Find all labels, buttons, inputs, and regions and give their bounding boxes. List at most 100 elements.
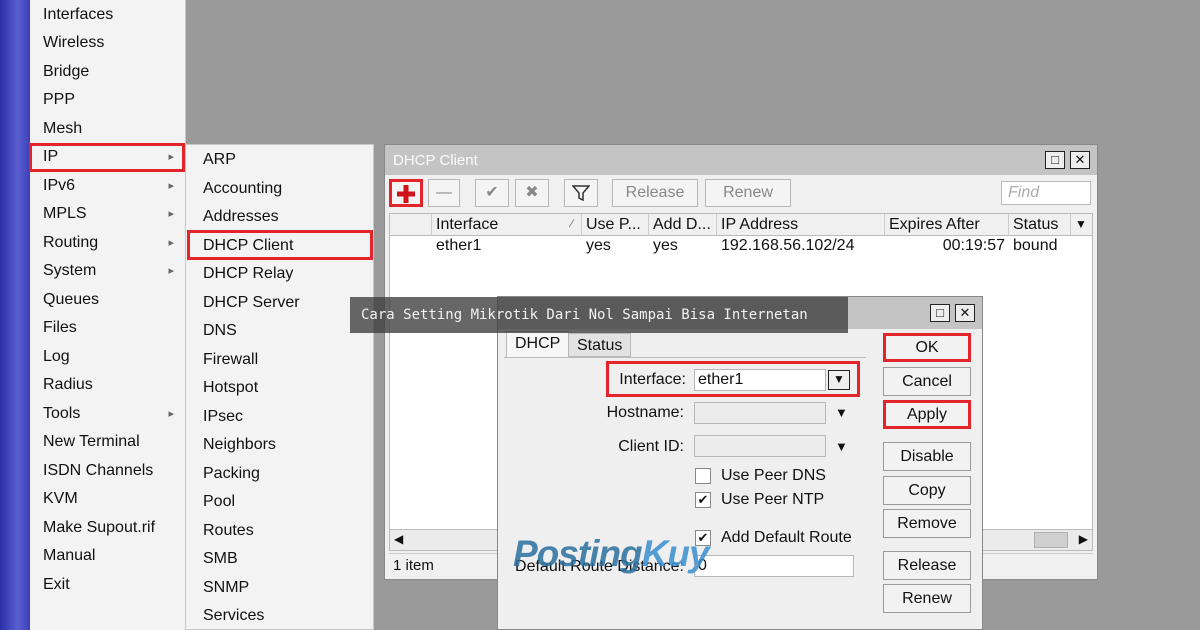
submenu-item-label: Pool (203, 493, 236, 510)
menu-item-tools[interactable]: Tools ▸ (30, 400, 186, 428)
submenu-item-ipsec[interactable]: IPsec (186, 403, 372, 431)
submenu-item-addresses[interactable]: Addresses (186, 203, 372, 231)
menu-item-make-supout[interactable]: Make Supout.rif (30, 514, 186, 542)
release-button[interactable]: Release (883, 551, 971, 580)
interface-label: Interface: (619, 371, 686, 388)
submenu-item-label: Packing (203, 465, 260, 482)
menu-item-label: New Terminal (43, 433, 140, 450)
submenu-item-snmp[interactable]: SNMP (186, 574, 372, 602)
client-id-field[interactable] (694, 435, 826, 457)
use-peer-dns-checkbox[interactable] (695, 468, 711, 484)
filter-button[interactable] (564, 179, 598, 207)
apply-button[interactable]: Apply (883, 400, 971, 429)
submenu-item-accounting[interactable]: Accounting (186, 175, 372, 203)
dialog-close-button[interactable]: ✕ (955, 304, 975, 322)
maximize-icon: □ (1051, 152, 1059, 167)
column-header-status[interactable]: Status (1009, 214, 1071, 236)
client-id-dropdown-icon[interactable]: ▼ (835, 439, 848, 454)
menu-item-files[interactable]: Files (30, 314, 186, 342)
cell-expires-after: 00:19:57 (942, 237, 1005, 254)
use-peer-ntp-checkbox[interactable]: ✔ (695, 492, 711, 508)
ok-button[interactable]: OK (883, 333, 971, 362)
remove-button[interactable]: Remove (883, 509, 971, 538)
submenu-item-label: DHCP Client (203, 237, 294, 254)
ip-submenu: ARP Accounting Addresses DHCP Client DHC… (186, 144, 374, 630)
menu-item-bridge[interactable]: Bridge (30, 58, 186, 86)
submenu-arrow-icon: ▸ (168, 408, 174, 420)
column-header-use-peer-dns[interactable]: Use P... (582, 214, 649, 236)
hostname-dropdown-icon[interactable]: ▼ (835, 405, 848, 420)
menu-item-mesh[interactable]: Mesh (30, 115, 186, 143)
menu-item-isdn-channels[interactable]: ISDN Channels (30, 457, 186, 485)
renew-toolbar-button[interactable]: Renew (705, 179, 791, 207)
main-menu: Interfaces Wireless Bridge PPP Mesh IP ▸ … (30, 0, 186, 630)
maximize-button[interactable]: □ (1045, 151, 1065, 169)
enable-button[interactable]: ✔ (475, 179, 509, 207)
item-count: 1 item (393, 557, 434, 574)
submenu-item-dhcp-relay[interactable]: DHCP Relay (186, 260, 372, 288)
submenu-item-dhcp-server[interactable]: DHCP Server (186, 289, 372, 317)
menu-item-routing[interactable]: Routing ▸ (30, 229, 186, 257)
interface-dropdown-button[interactable]: ▼ (828, 370, 850, 390)
menu-item-log[interactable]: Log (30, 343, 186, 371)
column-header-add-default-route[interactable]: Add D... (649, 214, 717, 236)
copy-button[interactable]: Copy (883, 476, 971, 505)
menu-item-label: KVM (43, 490, 78, 507)
submenu-item-pool[interactable]: Pool (186, 488, 372, 516)
menu-item-interfaces[interactable]: Interfaces (30, 1, 186, 29)
disable-button[interactable]: Disable (883, 442, 971, 471)
menu-item-label: IP (43, 148, 59, 165)
tab-dhcp[interactable]: DHCP (506, 331, 570, 357)
submenu-item-dhcp-client[interactable]: DHCP Client (186, 232, 372, 260)
menu-item-label: Radius (43, 376, 93, 393)
submenu-item-routes[interactable]: Routes (186, 517, 372, 545)
menu-item-wireless[interactable]: Wireless (30, 29, 186, 57)
dropdown-arrow-icon: ▼ (833, 372, 845, 386)
menu-item-kvm[interactable]: KVM (30, 485, 186, 513)
menu-item-ipv6[interactable]: IPv6 ▸ (30, 172, 186, 200)
filter-icon (571, 185, 591, 202)
submenu-item-label: DNS (203, 322, 237, 339)
submenu-item-dns[interactable]: DNS (186, 317, 372, 345)
add-button[interactable] (389, 179, 423, 207)
column-header-expires-after[interactable]: Expires After (885, 214, 1009, 236)
menu-item-mpls[interactable]: MPLS ▸ (30, 200, 186, 228)
menu-side-strip (0, 0, 30, 630)
submenu-item-firewall[interactable]: Firewall (186, 346, 372, 374)
menu-item-label: Manual (43, 547, 96, 564)
interface-select[interactable]: ether1 (694, 369, 826, 391)
menu-item-ppp[interactable]: PPP (30, 86, 186, 114)
hostname-field[interactable] (694, 402, 826, 424)
window-titlebar[interactable]: DHCP Client □ ✕ (385, 145, 1097, 175)
disable-item-button[interactable]: ✖ (515, 179, 549, 207)
column-menu-button[interactable]: ▼ (1071, 214, 1092, 236)
submenu-item-smb[interactable]: SMB (186, 545, 372, 573)
find-input[interactable]: Find (1001, 181, 1091, 205)
remove-item-button[interactable]: — (428, 179, 460, 207)
submenu-item-packing[interactable]: Packing (186, 460, 372, 488)
menu-item-new-terminal[interactable]: New Terminal (30, 428, 186, 456)
default-route-distance-field[interactable]: 0 (694, 555, 854, 577)
cancel-button[interactable]: Cancel (883, 367, 971, 396)
tab-status[interactable]: Status (568, 333, 632, 357)
close-button[interactable]: ✕ (1070, 151, 1090, 169)
renew-button[interactable]: Renew (883, 584, 971, 613)
release-toolbar-button[interactable]: Release (612, 179, 698, 207)
menu-item-system[interactable]: System ▸ (30, 257, 186, 285)
submenu-item-arp[interactable]: ARP (186, 146, 372, 174)
submenu-arrow-icon: ▸ (168, 265, 174, 277)
submenu-item-services[interactable]: Services (186, 602, 372, 630)
column-header-interface[interactable]: Interface ∕ (432, 214, 582, 236)
dialog-maximize-button[interactable]: □ (930, 304, 950, 322)
scroll-thumb[interactable] (1034, 532, 1068, 548)
submenu-item-label: ARP (203, 151, 236, 168)
menu-item-ip[interactable]: IP ▸ (30, 143, 186, 171)
submenu-arrow-icon: ▸ (168, 208, 174, 220)
menu-item-queues[interactable]: Queues (30, 286, 186, 314)
submenu-item-hotspot[interactable]: Hotspot (186, 374, 372, 402)
menu-item-radius[interactable]: Radius (30, 371, 186, 399)
menu-item-manual[interactable]: Manual (30, 542, 186, 570)
submenu-item-neighbors[interactable]: Neighbors (186, 431, 372, 459)
menu-item-exit[interactable]: Exit (30, 571, 186, 599)
column-header-ip-address[interactable]: IP Address (717, 214, 885, 236)
